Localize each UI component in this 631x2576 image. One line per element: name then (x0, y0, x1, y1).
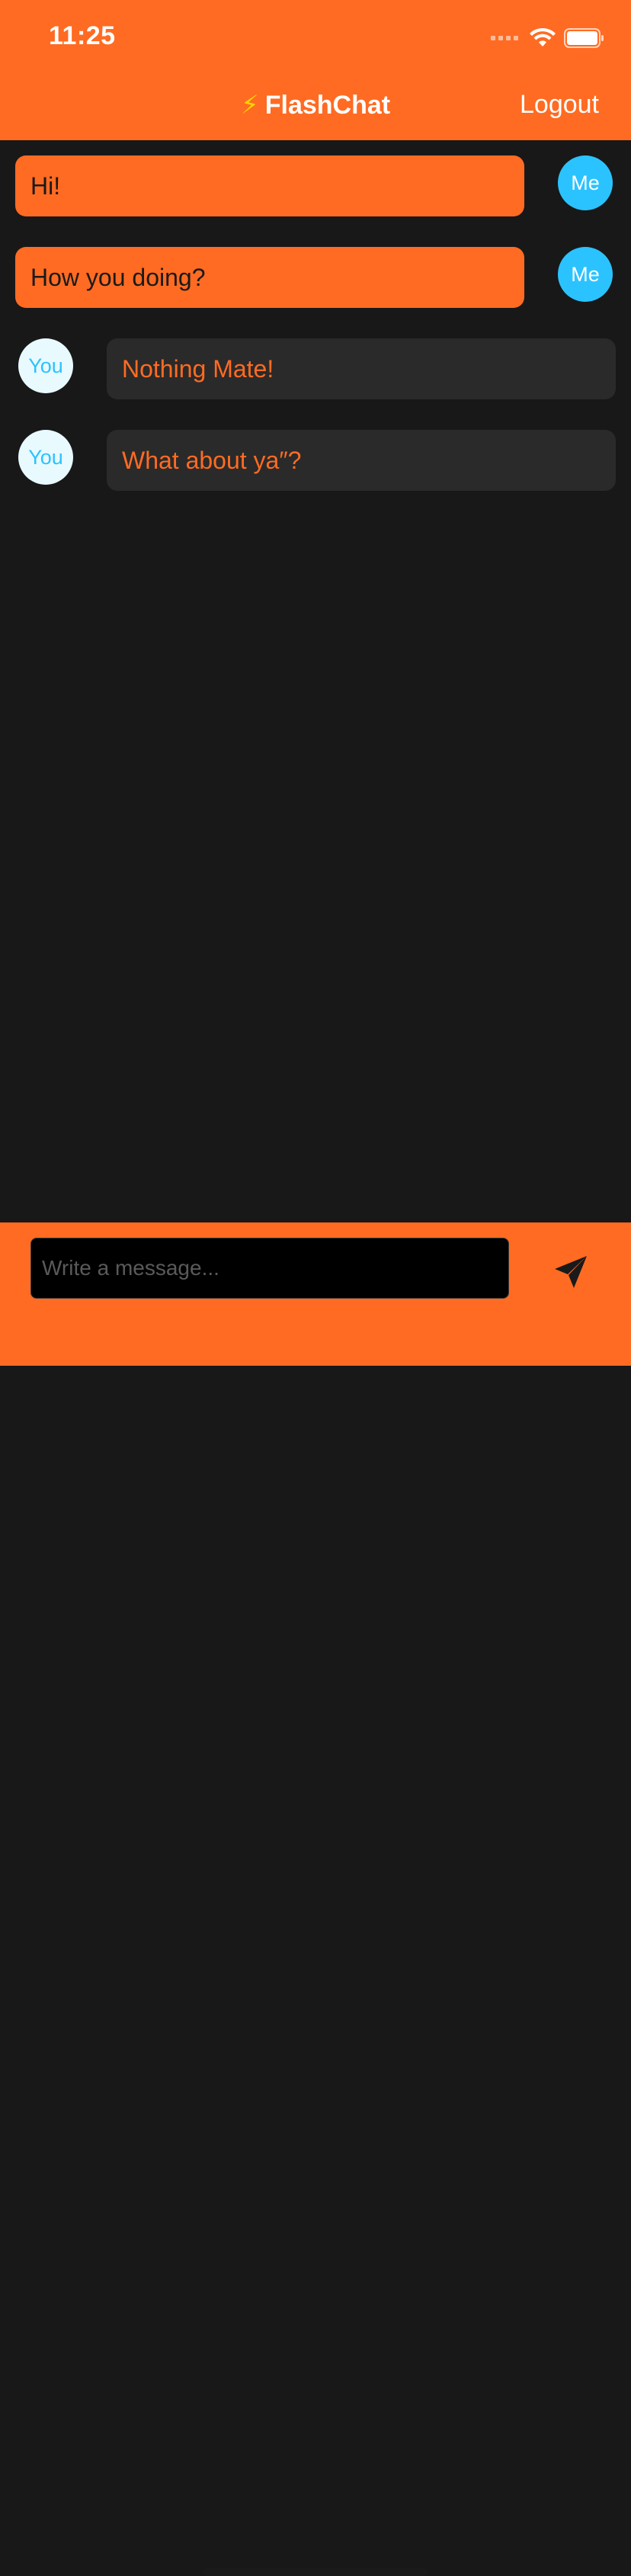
message-row: You What about ya″? (0, 430, 631, 491)
message-row: Hi! Me (0, 155, 631, 216)
message-text: How you doing? (30, 263, 206, 291)
logout-button[interactable]: Logout (520, 90, 599, 120)
home-indicator[interactable] (203, 2568, 428, 2576)
message-text: Hi! (30, 171, 61, 200)
paperplane-icon[interactable] (552, 1253, 590, 1291)
message-text: Nothing Mate! (122, 354, 274, 383)
app-header: 11:25 ⚡ FlashChat Logout (0, 0, 631, 140)
message-bubble: Hi! (15, 155, 524, 216)
message-bubble: What about ya″? (107, 430, 616, 491)
message-row: You Nothing Mate! (0, 338, 631, 399)
status-indicators (491, 27, 605, 49)
wifi-icon (530, 28, 556, 46)
message-input[interactable] (30, 1238, 509, 1299)
app-title: FlashChat (264, 91, 391, 120)
message-row: How you doing? Me (0, 247, 631, 308)
avatar: You (18, 338, 73, 393)
avatar: Me (558, 247, 613, 302)
message-bubble: How you doing? (15, 247, 524, 308)
lightning-bolt-icon: ⚡ (240, 91, 259, 120)
message-text: What about ya″? (122, 446, 302, 474)
status-time: 11:25 (49, 21, 116, 50)
message-composer (0, 1222, 631, 2576)
battery-icon (564, 28, 604, 48)
cellular-signal-icon (491, 36, 518, 40)
avatar: Me (558, 155, 613, 210)
message-bubble: Nothing Mate! (107, 338, 616, 399)
avatar: You (18, 430, 73, 485)
